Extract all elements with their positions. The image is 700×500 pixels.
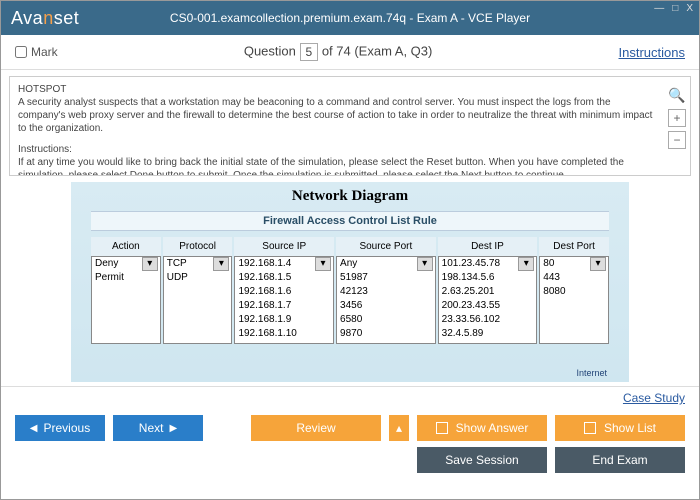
instructions-label: Instructions: (18, 143, 660, 156)
simulation-panel: Network Diagram Firewall Access Control … (71, 182, 629, 382)
acl-option[interactable]: 192.168.1.4 (235, 257, 333, 271)
acl-option[interactable]: 192.168.1.9 (235, 313, 333, 327)
title-bar: Avanset CS0-001.examcollection.premium.e… (1, 1, 699, 35)
acl-option[interactable]: 192.168.1.10 (235, 327, 333, 341)
question-number-input[interactable]: 5 (300, 43, 319, 61)
mark-label: Mark (31, 45, 58, 59)
diagram-title: Network Diagram (71, 182, 629, 207)
internet-label: Internet (576, 368, 607, 378)
show-answer-button[interactable]: Show Answer (417, 415, 547, 441)
acl-option[interactable]: 192.168.1.6 (235, 285, 333, 299)
column-header: Dest IP (438, 237, 538, 256)
acl-select-source-ip[interactable]: 192.168.1.4192.168.1.5192.168.1.6192.168… (234, 256, 334, 344)
column-header: Dest Port (539, 237, 609, 256)
save-session-button[interactable]: Save Session (417, 447, 547, 473)
question-body: A security analyst suspects that a works… (18, 96, 660, 135)
acl-option[interactable]: 192.168.1.5 (235, 271, 333, 285)
acl-option[interactable]: TCP (164, 257, 232, 271)
acl-option[interactable]: 3456 (337, 299, 435, 313)
review-button[interactable]: Review (251, 415, 381, 441)
previous-button[interactable]: ◀Previous (15, 415, 105, 441)
show-list-button[interactable]: Show List (555, 415, 685, 441)
question-bar: Mark Question 5 of 74 (Exam A, Q3) Instr… (1, 35, 699, 70)
review-caret-button[interactable]: ▴ (389, 415, 409, 441)
acl-option[interactable]: 80 (540, 257, 608, 271)
column-header: Protocol (163, 237, 233, 256)
acl-option[interactable]: 198.134.5.6 (439, 271, 537, 285)
acl-column-dest-port: Dest Port804438080 (539, 237, 609, 344)
next-button[interactable]: Next▶ (113, 415, 203, 441)
acl-option[interactable]: Permit (92, 271, 160, 285)
case-study-link[interactable]: Case Study (623, 391, 685, 405)
acl-select-dest-port[interactable]: 804438080 (539, 256, 609, 344)
question-text-panel: HOTSPOT A security analyst suspects that… (9, 76, 691, 176)
magnify-icon[interactable]: 🔍 (668, 87, 686, 105)
acl-option[interactable]: UDP (164, 271, 232, 285)
mark-checkbox[interactable] (15, 46, 27, 58)
acl-option[interactable]: 32.4.5.89 (439, 327, 537, 341)
question-heading: HOTSPOT (18, 83, 660, 96)
acl-select-dest-ip[interactable]: 101.23.45.78198.134.5.62.63.25.201200.23… (438, 256, 538, 344)
acl-option[interactable]: 42123 (337, 285, 435, 299)
acl-column-action: ActionDenyPermit (91, 237, 161, 344)
close-button[interactable]: X (684, 3, 695, 14)
acl-option[interactable]: 192.168.1.7 (235, 299, 333, 313)
acl-option[interactable]: Any (337, 257, 435, 271)
acl-option[interactable]: 443 (540, 271, 608, 285)
zoom-in-button[interactable]: + (668, 109, 686, 127)
acl-option[interactable]: Deny (92, 257, 160, 271)
acl-option[interactable]: 200.23.43.55 (439, 299, 537, 313)
logo: Avanset (11, 8, 79, 29)
internet-graphic: Internet (529, 342, 609, 382)
zoom-out-button[interactable]: − (668, 131, 686, 149)
column-header: Source Port (336, 237, 436, 256)
acl-option[interactable]: 9870 (337, 327, 435, 341)
acl-option[interactable]: 2.63.25.201 (439, 285, 537, 299)
column-header: Source IP (234, 237, 334, 256)
instructions-link[interactable]: Instructions (619, 45, 685, 60)
acl-option[interactable]: 8080 (540, 285, 608, 299)
footer: ◀Previous Next▶ Review ▴ Show Answer Sho… (1, 411, 699, 489)
acl-column-dest-ip: Dest IP101.23.45.78198.134.5.62.63.25.20… (438, 237, 538, 344)
end-exam-button[interactable]: End Exam (555, 447, 685, 473)
acl-column-protocol: ProtocolTCPUDP (163, 237, 233, 344)
acl-title: Firewall Access Control List Rule (91, 211, 609, 231)
acl-select-protocol[interactable]: TCPUDP (163, 256, 233, 344)
window-title: CS0-001.examcollection.premium.exam.74q … (1, 11, 699, 25)
acl-column-source-ip: Source IP192.168.1.4192.168.1.5192.168.1… (234, 237, 334, 344)
acl-option[interactable]: 23.33.56.102 (439, 313, 537, 327)
acl-select-source-port[interactable]: Any5198742123345665809870 (336, 256, 436, 344)
mark-checkbox-wrap[interactable]: Mark (15, 45, 58, 59)
acl-column-source-port: Source PortAny5198742123345665809870 (336, 237, 436, 344)
acl-select-action[interactable]: DenyPermit (91, 256, 161, 344)
instructions-body: If at any time you would like to bring b… (18, 156, 660, 176)
acl-option[interactable]: 6580 (337, 313, 435, 327)
minimize-button[interactable]: — (652, 3, 666, 14)
acl-option[interactable]: 101.23.45.78 (439, 257, 537, 271)
question-total: of 74 (Exam A, Q3) (322, 43, 433, 58)
acl-option[interactable]: 51987 (337, 271, 435, 285)
question-label: Question (244, 43, 296, 58)
maximize-button[interactable]: □ (670, 3, 680, 14)
column-header: Action (91, 237, 161, 256)
